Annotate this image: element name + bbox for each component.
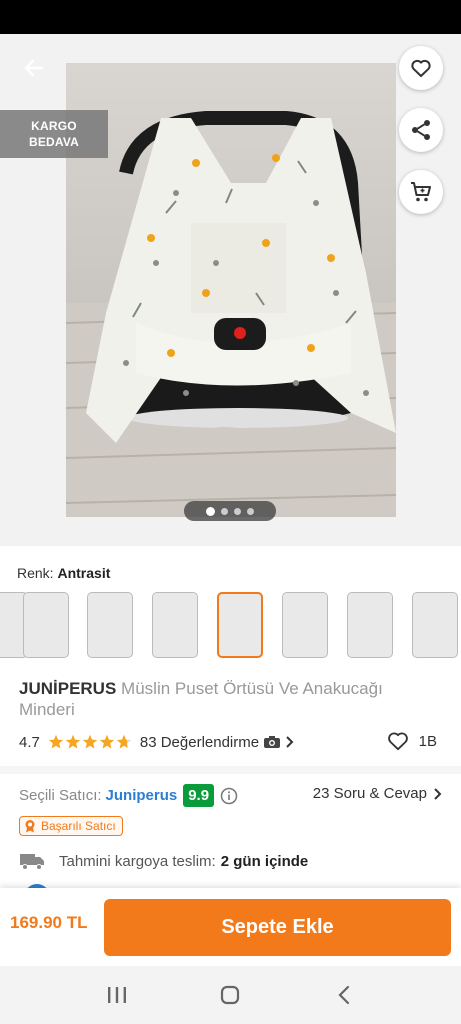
product-brand[interactable]: JUNİPERUS — [19, 679, 116, 698]
seller-score-badge: 9.9 — [183, 784, 215, 807]
shipping-value: 2 gün içinde — [220, 852, 309, 870]
color-variant-thumb[interactable] — [87, 592, 133, 658]
carousel-dot[interactable] — [206, 506, 215, 516]
price: 169.90 TL — [10, 913, 88, 932]
product-title: JUNİPERUS Müslin Puset Örtüsü Ve Anakuca… — [19, 678, 439, 720]
chevron-right-icon — [286, 736, 294, 748]
camera-icon — [264, 736, 281, 748]
badge-text: Başarılı Satıcı — [41, 819, 116, 833]
cart-icon — [411, 182, 431, 202]
product-image-gallery[interactable]: KARGO BEDAVA — [0, 34, 461, 546]
favorite-button[interactable] — [399, 46, 443, 90]
home-icon — [221, 985, 240, 1005]
shipping-estimate: Tahmini kargoya teslim: 2 gün içinde — [19, 852, 308, 870]
share-icon — [412, 120, 430, 140]
color-variant-thumb[interactable] — [282, 592, 328, 658]
free-shipping-badge: KARGO BEDAVA — [0, 110, 108, 158]
seller-info: Seçili Satıcı: Juniperus 9.9 — [19, 784, 238, 807]
color-label-text: Renk: — [17, 565, 54, 581]
color-variant-thumb[interactable] — [347, 592, 393, 658]
heart-outline-icon — [387, 732, 408, 751]
rating-row: 4.7 83 Değerlendirme — [19, 731, 295, 753]
heart-icon — [411, 59, 431, 77]
color-variant-thumb-selected[interactable] — [217, 592, 263, 658]
rating-score: 4.7 — [19, 733, 40, 751]
cart-button[interactable] — [399, 170, 443, 214]
recent-apps-icon — [107, 987, 126, 1003]
product-photo — [66, 63, 396, 517]
recent-apps-button[interactable] — [97, 975, 137, 1015]
color-variant-thumb[interactable] — [152, 592, 198, 658]
system-back-button[interactable] — [324, 975, 364, 1015]
star-icon — [48, 734, 64, 749]
reviews-count: 83 Değerlendirme — [139, 733, 260, 751]
truck-icon — [20, 854, 44, 870]
add-to-cart-button[interactable]: Sepete Ekle — [104, 899, 451, 956]
carousel-dot[interactable] — [247, 507, 254, 515]
share-button[interactable] — [399, 108, 443, 152]
color-variant-thumb[interactable] — [412, 592, 458, 658]
like-count: 1B — [418, 732, 437, 750]
section-divider — [0, 766, 461, 774]
qa-text: 23 Soru & Cevap — [312, 785, 427, 802]
color-label: Renk: Antrasit — [17, 565, 110, 581]
rating-stars — [48, 734, 134, 750]
carousel-dot[interactable] — [221, 507, 228, 515]
like-count-button[interactable]: 1B — [387, 731, 437, 751]
chevron-right-icon — [434, 787, 442, 800]
color-variant-list — [0, 590, 461, 662]
free-shipping-line2: BEDAVA — [28, 135, 80, 149]
status-bar — [0, 0, 461, 34]
free-shipping-line1: KARGO — [31, 119, 77, 133]
info-icon[interactable] — [220, 787, 238, 805]
color-variant-thumb[interactable] — [23, 592, 69, 658]
home-button[interactable] — [210, 975, 250, 1015]
add-to-cart-bar: 169.90 TL Sepete Ekle — [0, 888, 461, 966]
carousel-dot[interactable] — [234, 507, 241, 515]
award-icon — [25, 820, 35, 833]
chevron-left-icon — [338, 985, 350, 1005]
questions-answers-link[interactable]: 23 Soru & Cevap — [313, 785, 443, 802]
system-nav-bar — [0, 966, 461, 1024]
seller-name[interactable]: Juniperus — [106, 787, 178, 804]
shipping-label: Tahmini kargoya teslim: — [59, 852, 216, 870]
carousel-indicator — [184, 501, 276, 521]
seller-label: Seçili Satıcı: — [19, 787, 102, 804]
reviews-link[interactable]: 83 Değerlendirme — [140, 734, 295, 751]
back-button[interactable] — [16, 50, 52, 86]
color-value: Antrasit — [57, 565, 111, 581]
arrow-left-icon — [24, 59, 44, 77]
successful-seller-badge: Başarılı Satıcı — [19, 816, 123, 836]
